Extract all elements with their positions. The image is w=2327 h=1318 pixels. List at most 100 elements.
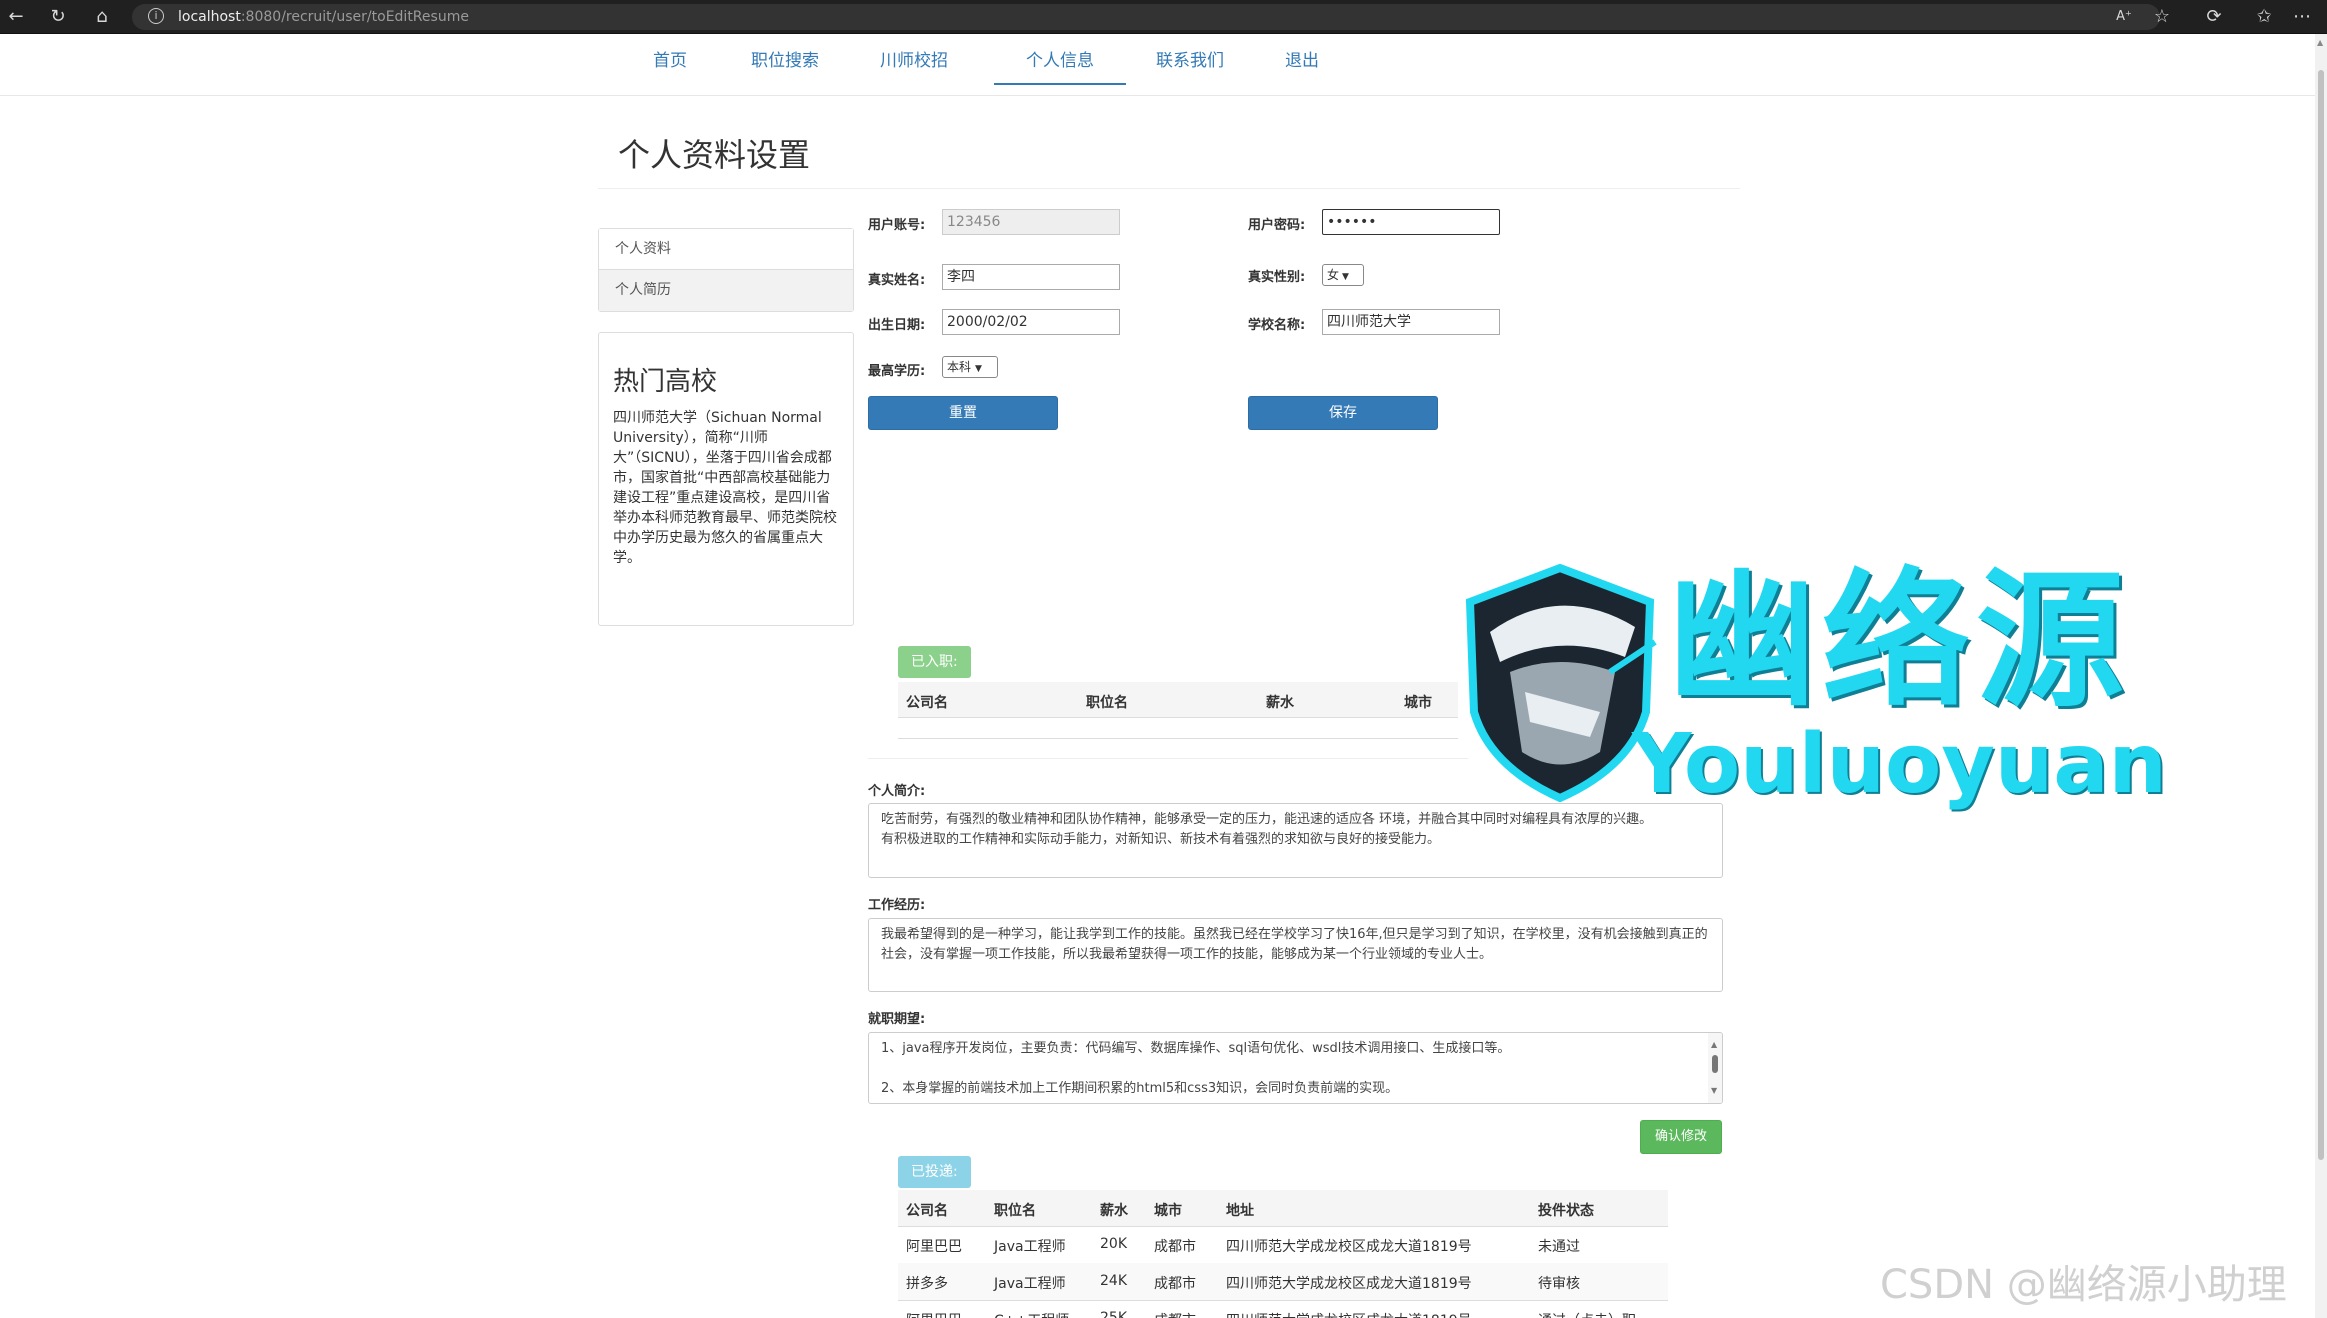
- home-icon[interactable]: ⌂: [90, 5, 114, 29]
- nav-personal-info[interactable]: 个人信息: [994, 46, 1126, 85]
- page-title: 个人资料设置: [618, 136, 811, 174]
- collections-icon[interactable]: ✩: [2252, 5, 2276, 29]
- gender-value: 女: [1327, 268, 1340, 282]
- employed-header-salary: 薪水: [1266, 695, 1294, 711]
- cell-city: 成都市: [1154, 1310, 1196, 1318]
- employed-badge: 已入职:: [898, 646, 971, 678]
- cell-salary: 24K: [1100, 1273, 1127, 1289]
- nav-contact[interactable]: 联系我们: [1156, 46, 1224, 71]
- employed-table-divider: [898, 738, 1458, 739]
- account-input[interactable]: 123456: [942, 209, 1120, 235]
- chevron-down-icon: ▼: [975, 364, 982, 374]
- hot-schools-text: 四川师范大学（Sichuan Normal University），简称“川师大…: [613, 410, 837, 566]
- cell-status[interactable]: 通过（点击）职: [1538, 1310, 1636, 1318]
- side-menu-resume[interactable]: 个人简历: [599, 270, 853, 311]
- cell-status: 未通过: [1538, 1239, 1580, 1255]
- section-divider: [868, 758, 1468, 759]
- cell-salary: 25K: [1100, 1310, 1127, 1318]
- more-icon[interactable]: ⋯: [2290, 5, 2314, 29]
- realname-input[interactable]: 李四: [942, 264, 1120, 290]
- birth-label: 出生日期:: [868, 318, 926, 333]
- cell-position: Java工程师: [994, 1239, 1066, 1255]
- cell-status: 待审核: [1538, 1276, 1580, 1292]
- gender-select[interactable]: 女 ▼: [1322, 264, 1364, 286]
- cell-address: 四川师范大学成龙校区成龙大道1819号: [1226, 1276, 1472, 1292]
- expect-textarea[interactable]: 1、java程序开发岗位，主要负责：代码编写、数据库操作、sql语句优化、wsd…: [868, 1032, 1723, 1104]
- cell-city: 成都市: [1154, 1276, 1196, 1292]
- hot-schools-panel: 热门高校 四川师范大学（Sichuan Normal University），简…: [598, 332, 854, 626]
- textarea-scrollbar[interactable]: ▲ ▼: [1708, 1033, 1722, 1103]
- csdn-watermark: CSDN @幽络源小助理: [1880, 1262, 2287, 1308]
- watermark-cn-text: 幽络源: [1668, 555, 2130, 727]
- intro-line: 吃苦耐劳，有强烈的敬业精神和团队协作精神，能够承受一定的压力，能迅速的适应各 环…: [881, 812, 1653, 827]
- page-scrollbar[interactable]: ▲: [2315, 34, 2327, 1318]
- chevron-down-icon: ▼: [1342, 272, 1349, 282]
- employed-header-position: 职位名: [1086, 695, 1128, 711]
- account-label: 用户账号:: [868, 218, 926, 233]
- table-row: 拼多多 Java工程师 24K 成都市 四川师范大学成龙校区成龙大道1819号 …: [898, 1263, 1668, 1301]
- applied-badge: 已投递:: [898, 1156, 971, 1188]
- work-label: 工作经历:: [868, 898, 926, 913]
- table-row: 阿里巴巴 C++工程师 25K 成都市 四川师范大学成龙校区成龙大道1819号 …: [898, 1300, 1668, 1318]
- cell-address: 四川师范大学成龙校区成龙大道1819号: [1226, 1310, 1472, 1318]
- read-aloud-icon[interactable]: A⁺: [2112, 5, 2136, 29]
- info-icon[interactable]: i: [148, 8, 164, 24]
- applied-table-header: 公司名 职位名 薪水 城市 地址 投件状态: [898, 1190, 1668, 1227]
- school-label: 学校名称:: [1248, 318, 1306, 333]
- birth-input[interactable]: 2000/02/02: [942, 309, 1120, 335]
- address-bar[interactable]: i localhost:8080/recruit/user/toEditResu…: [132, 4, 2160, 30]
- scrollbar-thumb[interactable]: [2318, 70, 2324, 1160]
- cell-position: Java工程师: [994, 1276, 1066, 1292]
- employed-table-header: 公司名 职位名 薪水 城市: [898, 682, 1458, 718]
- side-menu-profile[interactable]: 个人资料: [599, 229, 853, 270]
- top-nav: 首页 职位搜索 川师校招 个人信息 联系我们 退出: [0, 34, 2315, 96]
- cell-city: 成都市: [1154, 1239, 1196, 1255]
- expect-line: 2、本身掌握的前端技术加上工作期间积累的html5和css3知识，会同时负责前端…: [881, 1081, 1399, 1096]
- work-textarea[interactable]: 我最希望得到的是一种学习，能让我学到工作的技能。虽然我已经在学校学习了快16年,…: [868, 918, 1723, 992]
- applied-header-salary: 薪水: [1100, 1203, 1128, 1219]
- nav-home[interactable]: 首页: [653, 46, 687, 71]
- back-icon[interactable]: ←: [4, 5, 28, 29]
- save-button[interactable]: 保存: [1248, 396, 1438, 430]
- applied-header-city: 城市: [1154, 1203, 1182, 1219]
- employed-header-city: 城市: [1404, 695, 1432, 711]
- nav-logout[interactable]: 退出: [1285, 46, 1319, 71]
- intro-line: 有积极进取的工作精神和实际动手能力，对新知识、新技术有着强烈的求知欲与良好的接受…: [881, 832, 1441, 847]
- applied-header-company: 公司名: [906, 1203, 948, 1219]
- password-input[interactable]: ••••••: [1322, 209, 1500, 235]
- side-menu: 个人资料 个人简历: [598, 228, 854, 312]
- cell-salary: 20K: [1100, 1236, 1127, 1252]
- title-divider: [598, 188, 1740, 189]
- cell-position: C++工程师: [994, 1310, 1069, 1318]
- confirm-edit-button[interactable]: 确认修改: [1640, 1120, 1722, 1154]
- intro-label: 个人简介:: [868, 784, 926, 799]
- edu-value: 本科: [947, 360, 972, 374]
- cell-company: 阿里巴巴: [906, 1239, 962, 1255]
- applied-header-status: 投件状态: [1538, 1203, 1594, 1219]
- nav-campus-recruit[interactable]: 川师校招: [880, 46, 948, 71]
- cell-company: 阿里巴巴: [906, 1310, 962, 1318]
- table-row: 阿里巴巴 Java工程师 20K 成都市 四川师范大学成龙校区成龙大道1819号…: [898, 1226, 1668, 1264]
- cell-address: 四川师范大学成龙校区成龙大道1819号: [1226, 1239, 1472, 1255]
- browser-toolbar: ← ↻ ⌂ i localhost:8080/recruit/user/toEd…: [0, 0, 2327, 34]
- expect-label: 就职期望:: [868, 1012, 926, 1027]
- intro-textarea[interactable]: 吃苦耐劳，有强烈的敬业精神和团队协作精神，能够承受一定的压力，能迅速的适应各 环…: [868, 803, 1723, 878]
- cell-company: 拼多多: [906, 1276, 948, 1292]
- gender-label: 真实性别:: [1248, 270, 1306, 285]
- applied-header-position: 职位名: [994, 1203, 1036, 1219]
- edu-label: 最高学历:: [868, 364, 926, 379]
- work-text: 我最希望得到的是一种学习，能让我学到工作的技能。虽然我已经在学校学习了快16年,…: [881, 927, 1708, 962]
- nav-job-search[interactable]: 职位搜索: [751, 46, 819, 71]
- url-host: localhost: [178, 9, 241, 25]
- extensions-icon[interactable]: ⟳: [2202, 5, 2226, 29]
- edu-select[interactable]: 本科 ▼: [942, 356, 998, 378]
- reload-icon[interactable]: ↻: [46, 5, 70, 29]
- realname-label: 真实姓名:: [868, 273, 926, 288]
- reset-button[interactable]: 重置: [868, 396, 1058, 430]
- url-path: :8080/recruit/user/toEditResume: [240, 9, 469, 25]
- watermark-en-text: Youluoyuan: [1632, 717, 2167, 812]
- school-input[interactable]: 四川师范大学: [1322, 309, 1500, 335]
- favorite-icon[interactable]: ☆: [2150, 5, 2174, 29]
- password-label: 用户密码:: [1248, 218, 1306, 233]
- applied-header-address: 地址: [1226, 1203, 1254, 1219]
